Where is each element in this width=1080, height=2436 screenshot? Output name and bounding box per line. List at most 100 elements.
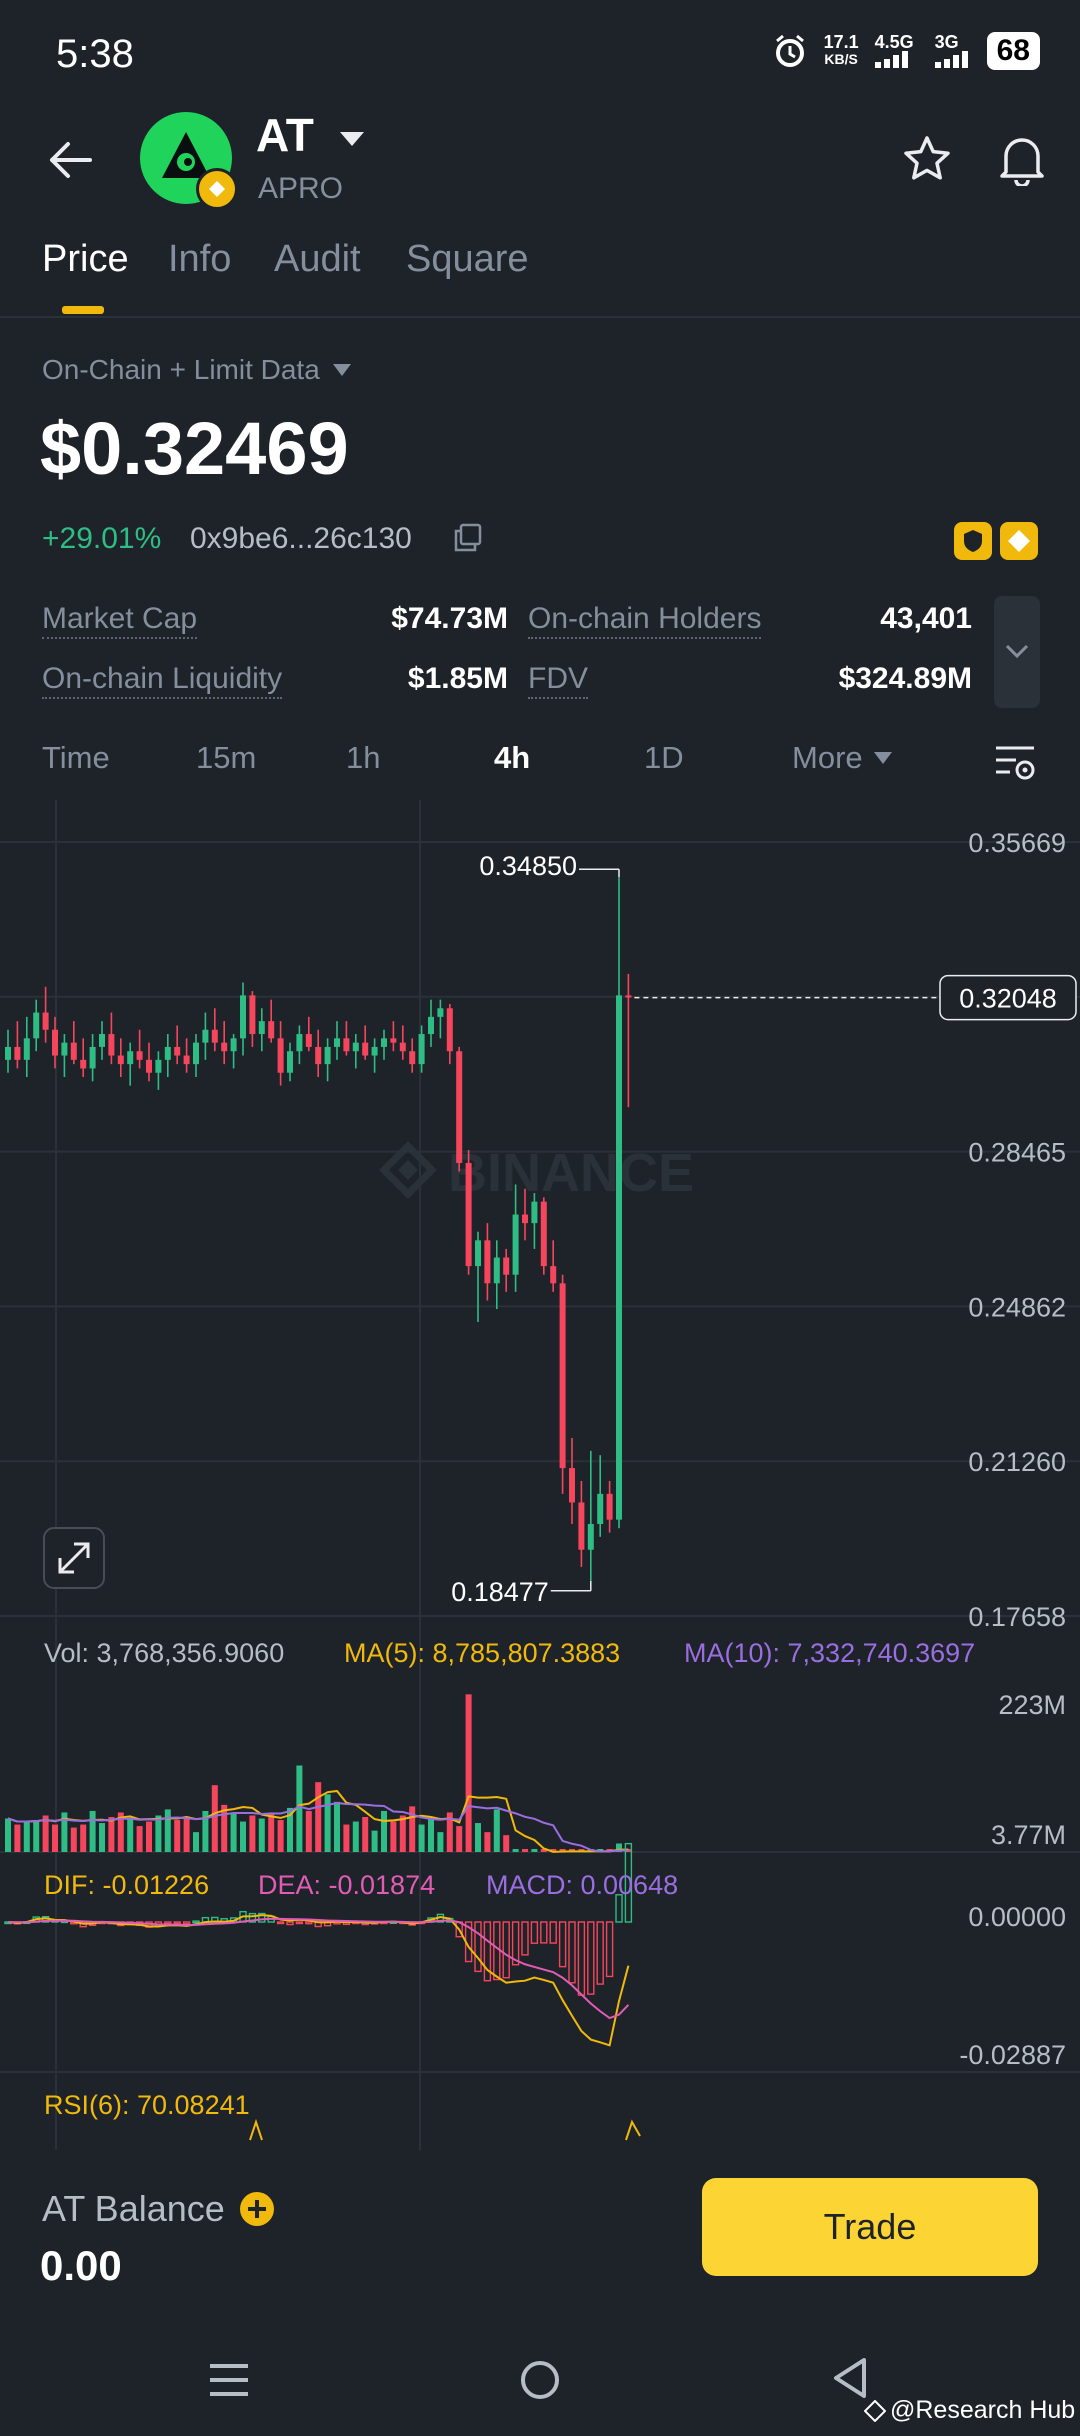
trade-button[interactable]: Trade [702,2178,1038,2276]
candle-body [625,995,632,998]
add-plus-icon[interactable] [239,2191,275,2227]
symbol-dropdown-icon[interactable] [338,130,366,148]
token-name: APRO [258,172,344,205]
macd-histogram-bar [540,1921,548,1944]
volume-bar [456,1826,463,1852]
candle-body [80,1059,87,1069]
copy-icon[interactable] [452,522,484,554]
data-source-selector[interactable]: On-Chain + Limit Data [42,354,352,386]
volume-bar [334,1801,340,1852]
watermark-text: BINANCE [448,1143,694,1203]
bnb-chain-badge-icon [196,168,238,210]
token-logo [140,112,238,210]
tab-price[interactable]: Price [42,238,129,281]
bell-notification-icon[interactable] [996,132,1048,186]
timeframe-1h[interactable]: 1h [346,740,380,776]
fdv-value: $324.89M [838,662,972,695]
token-symbol[interactable]: AT [256,108,314,162]
fdv-label-text[interactable]: FDV [528,662,588,699]
macd-label: MACD: 0.00648 [486,1870,678,1900]
market-cap-label-text[interactable]: Market Cap [42,602,198,639]
liquidity-label-text[interactable]: On-chain Liquidity [42,662,283,699]
status-icons: 17.1 KB/S 4.5G 3G 68 [772,32,1040,70]
balance-label: AT Balance [42,2188,225,2229]
candle-body [559,1283,566,1469]
rsi-line [625,2119,641,2141]
y-tick-label: 0.24862 [968,1292,1066,1322]
volume-bar [418,1824,425,1852]
candle-body [305,1034,312,1047]
volume-bar [89,1810,96,1852]
volume-bar [230,1812,237,1852]
expand-stats-button[interactable] [994,596,1040,708]
candle-body [146,1059,152,1073]
macd-histogram-bar [577,1921,586,1996]
rsi-label: RSI(6): 70.08241 [44,2090,250,2120]
fullscreen-button[interactable] [43,1527,105,1589]
candle-body [597,1493,604,1524]
rsi-line [249,2118,263,2141]
timeframe-15m[interactable]: 15m [196,740,256,776]
chevron-down-icon [1005,644,1029,659]
favorite-star-icon[interactable] [902,134,952,184]
candle-body [475,1240,481,1267]
market-cap-label: Market Cap [42,602,198,639]
volume-bar [352,1821,359,1852]
volume-bar [174,1820,181,1852]
volume-bar [465,1694,472,1852]
timeframe-time[interactable]: Time [42,740,110,776]
macd-histogram-bar [173,1921,181,1925]
macd-histogram-bar [558,1921,567,1968]
candle-body [183,1055,190,1065]
tab-audit[interactable]: Audit [274,238,361,281]
volume-label: Vol: 3,768,356.9060 [44,1638,284,1668]
macd-histogram-bar [295,1921,304,1925]
volume-bar [5,1818,11,1852]
candle-body [616,995,622,1520]
bottom-trade-bar: AT Balance 0.00 Trade [0,2150,1080,2300]
macd-top-label: 0.00000 [968,1902,1066,1932]
volume-bar [371,1830,378,1852]
volume-bar [277,1820,284,1852]
back-arrow-icon[interactable] [46,140,94,180]
holders-label-text[interactable]: On-chain Holders [528,602,762,639]
candle-body [277,1038,284,1073]
candle-body [61,1042,68,1056]
timeframe-1d[interactable]: 1D [644,740,684,776]
timeframe-4h[interactable]: 4h [494,740,530,776]
candle-body [108,1034,115,1056]
price-chart[interactable]: 0.356690.320670.284650.248620.212600.176… [0,800,1080,2150]
timeframe-more[interactable]: More [792,740,893,776]
candle-body [399,1042,406,1052]
candle-body [343,1038,350,1052]
volume-bar [146,1821,152,1852]
back-triangle-icon[interactable] [830,2354,870,2402]
volume-bar [14,1824,21,1852]
recent-apps-icon[interactable] [206,2360,252,2400]
audit-shield-icon[interactable] [954,522,992,560]
liquidity-label: On-chain Liquidity [42,662,283,699]
candle-body [70,1042,77,1060]
chart-settings-icon[interactable] [994,742,1036,782]
tab-info[interactable]: Info [168,238,231,281]
volume-bar [193,1832,199,1852]
candle-body [362,1042,369,1056]
holders-label: On-chain Holders [528,602,762,639]
candle-body [99,1034,105,1047]
y-tick-label: 0.17658 [968,1602,1066,1632]
macd-histogram-bar [587,1921,595,1995]
home-circle-icon[interactable] [518,2358,562,2402]
net-speed: 17.1 KB/S [824,33,859,68]
bnb-chain-icon[interactable] [1000,522,1038,560]
y-tick-label: 0.28465 [968,1138,1066,1168]
volume-bar [484,1832,491,1852]
signal-bars-icon [874,51,908,68]
volume-bar [108,1816,115,1852]
volume-bar [475,1823,481,1852]
contract-address: 0x9be6...26c130 [190,522,412,555]
tab-square[interactable]: Square [406,238,529,281]
macd-histogram-bar [596,1921,604,1985]
low-price-label: 0.18477 [451,1577,549,1607]
candle-body [287,1051,293,1073]
candle-body [89,1046,96,1069]
